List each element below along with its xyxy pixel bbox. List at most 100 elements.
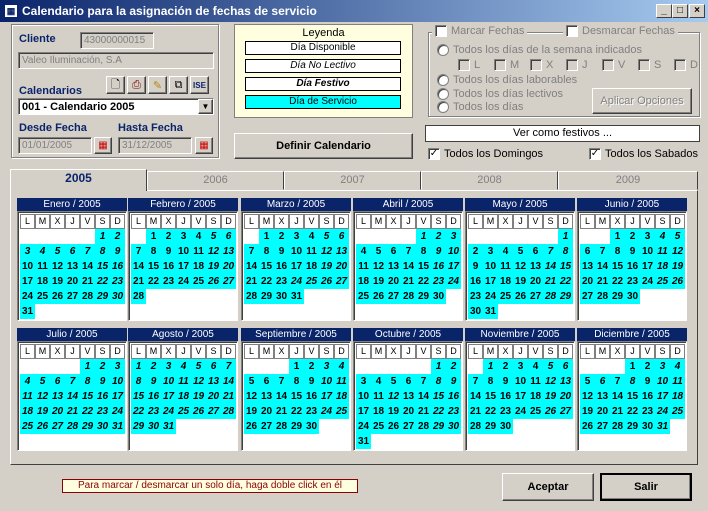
day-cell[interactable]: 15 bbox=[431, 389, 446, 404]
day-cell[interactable]: 31 bbox=[655, 419, 670, 434]
day-cell[interactable]: 28 bbox=[401, 289, 416, 304]
day-cell[interactable]: 28 bbox=[80, 289, 95, 304]
desmarcar-checkbox[interactable] bbox=[566, 25, 578, 37]
day-cell[interactable]: 3 bbox=[289, 229, 304, 244]
day-cell[interactable]: 21 bbox=[595, 274, 610, 289]
sabados-row[interactable]: ✓ Todos los Sabados bbox=[589, 148, 698, 160]
day-cell[interactable]: 24 bbox=[289, 274, 304, 289]
day-cell[interactable]: 29 bbox=[625, 419, 640, 434]
day-cell[interactable]: 23 bbox=[498, 404, 513, 419]
day-cell[interactable]: 9 bbox=[304, 374, 319, 389]
hasta-calendar-icon[interactable]: ▦ bbox=[195, 137, 213, 154]
day-cell[interactable]: 18 bbox=[176, 389, 191, 404]
new-icon[interactable]: 🗋 bbox=[106, 76, 125, 94]
day-cell[interactable]: 4 bbox=[371, 374, 386, 389]
sabados-checkbox[interactable]: ✓ bbox=[589, 148, 601, 160]
day-cell[interactable]: 8 bbox=[625, 374, 640, 389]
day-cell[interactable]: 22 bbox=[131, 404, 146, 419]
day-cell[interactable]: 10 bbox=[356, 389, 371, 404]
maximize-button[interactable]: □ bbox=[672, 4, 688, 18]
day-cell[interactable]: 11 bbox=[655, 244, 670, 259]
day-cell[interactable]: 18 bbox=[35, 274, 50, 289]
minimize-button[interactable]: _ bbox=[656, 4, 672, 18]
day-cell[interactable]: 17 bbox=[161, 389, 176, 404]
day-cell[interactable]: 21 bbox=[468, 404, 483, 419]
aceptar-button[interactable]: Aceptar bbox=[502, 473, 594, 501]
day-cell[interactable]: 9 bbox=[274, 244, 289, 259]
domingos-checkbox[interactable]: ✓ bbox=[428, 148, 440, 160]
radio-todos[interactable] bbox=[437, 101, 449, 113]
day-cell[interactable]: 28 bbox=[543, 289, 558, 304]
day-cell[interactable]: 20 bbox=[595, 404, 610, 419]
day-cell[interactable]: 3 bbox=[483, 244, 498, 259]
day-cell[interactable]: 29 bbox=[610, 289, 625, 304]
day-cell[interactable]: 10 bbox=[161, 374, 176, 389]
day-cell[interactable]: 1 bbox=[259, 229, 274, 244]
day-cell[interactable]: 29 bbox=[416, 289, 431, 304]
day-cell[interactable]: 8 bbox=[259, 244, 274, 259]
day-cell[interactable]: 17 bbox=[20, 274, 35, 289]
day-cell[interactable]: 22 bbox=[146, 274, 161, 289]
day-cell[interactable]: 9 bbox=[625, 244, 640, 259]
day-cell[interactable]: 4 bbox=[191, 229, 206, 244]
day-cell[interactable]: 1 bbox=[95, 229, 110, 244]
day-cell[interactable]: 28 bbox=[65, 419, 80, 434]
tab-2008[interactable]: 2008 bbox=[421, 171, 558, 190]
day-cell[interactable]: 14 bbox=[468, 389, 483, 404]
day-cell[interactable]: 14 bbox=[610, 389, 625, 404]
day-cell[interactable]: 25 bbox=[655, 274, 670, 289]
day-cell[interactable]: 17 bbox=[356, 404, 371, 419]
day-cell[interactable]: 21 bbox=[131, 274, 146, 289]
day-cell[interactable]: 4 bbox=[655, 229, 670, 244]
day-cell[interactable]: 6 bbox=[580, 244, 595, 259]
day-cell[interactable]: 7 bbox=[543, 244, 558, 259]
day-cell[interactable]: 10 bbox=[483, 259, 498, 274]
day-check-j[interactable] bbox=[566, 59, 578, 71]
day-cell[interactable]: 1 bbox=[483, 359, 498, 374]
day-cell[interactable]: 2 bbox=[640, 359, 655, 374]
day-cell[interactable]: 17 bbox=[640, 259, 655, 274]
day-cell[interactable]: 6 bbox=[221, 229, 236, 244]
day-cell[interactable]: 8 bbox=[610, 244, 625, 259]
day-cell[interactable]: 1 bbox=[431, 359, 446, 374]
day-cell[interactable]: 15 bbox=[483, 389, 498, 404]
day-cell[interactable]: 2 bbox=[161, 229, 176, 244]
day-cell[interactable]: 4 bbox=[334, 359, 349, 374]
day-cell[interactable]: 11 bbox=[334, 374, 349, 389]
day-cell[interactable]: 19 bbox=[386, 404, 401, 419]
day-cell[interactable]: 28 bbox=[416, 419, 431, 434]
day-cell[interactable]: 20 bbox=[206, 389, 221, 404]
day-cell[interactable]: 12 bbox=[543, 374, 558, 389]
day-cell[interactable]: 22 bbox=[289, 404, 304, 419]
day-cell[interactable]: 8 bbox=[289, 374, 304, 389]
day-cell[interactable]: 8 bbox=[146, 244, 161, 259]
close-button[interactable]: × bbox=[689, 4, 705, 18]
day-cell[interactable]: 9 bbox=[446, 374, 461, 389]
day-cell[interactable]: 29 bbox=[131, 419, 146, 434]
day-cell[interactable]: 5 bbox=[319, 229, 334, 244]
day-cell[interactable]: 3 bbox=[446, 229, 461, 244]
radio-todos-row[interactable]: Todos los días bbox=[437, 101, 523, 113]
day-cell[interactable]: 5 bbox=[580, 374, 595, 389]
day-cell[interactable]: 28 bbox=[595, 289, 610, 304]
day-cell[interactable]: 13 bbox=[65, 259, 80, 274]
day-cell[interactable]: 29 bbox=[431, 419, 446, 434]
day-cell[interactable]: 3 bbox=[176, 229, 191, 244]
day-cell[interactable]: 29 bbox=[558, 289, 573, 304]
day-cell[interactable]: 5 bbox=[244, 374, 259, 389]
day-cell[interactable]: 6 bbox=[528, 244, 543, 259]
day-cell[interactable]: 4 bbox=[176, 359, 191, 374]
tab-2005[interactable]: 2005 bbox=[10, 169, 147, 191]
day-cell[interactable]: 27 bbox=[528, 289, 543, 304]
day-cell[interactable]: 26 bbox=[206, 274, 221, 289]
day-cell[interactable]: 23 bbox=[625, 274, 640, 289]
day-cell[interactable]: 11 bbox=[176, 374, 191, 389]
day-cell[interactable]: 11 bbox=[371, 389, 386, 404]
day-check-s[interactable] bbox=[638, 59, 650, 71]
day-cell[interactable]: 30 bbox=[431, 289, 446, 304]
day-cell[interactable]: 9 bbox=[468, 259, 483, 274]
day-cell[interactable]: 8 bbox=[558, 244, 573, 259]
day-cell[interactable]: 5 bbox=[513, 244, 528, 259]
day-cell[interactable]: 31 bbox=[20, 304, 35, 319]
day-cell[interactable]: 27 bbox=[65, 289, 80, 304]
